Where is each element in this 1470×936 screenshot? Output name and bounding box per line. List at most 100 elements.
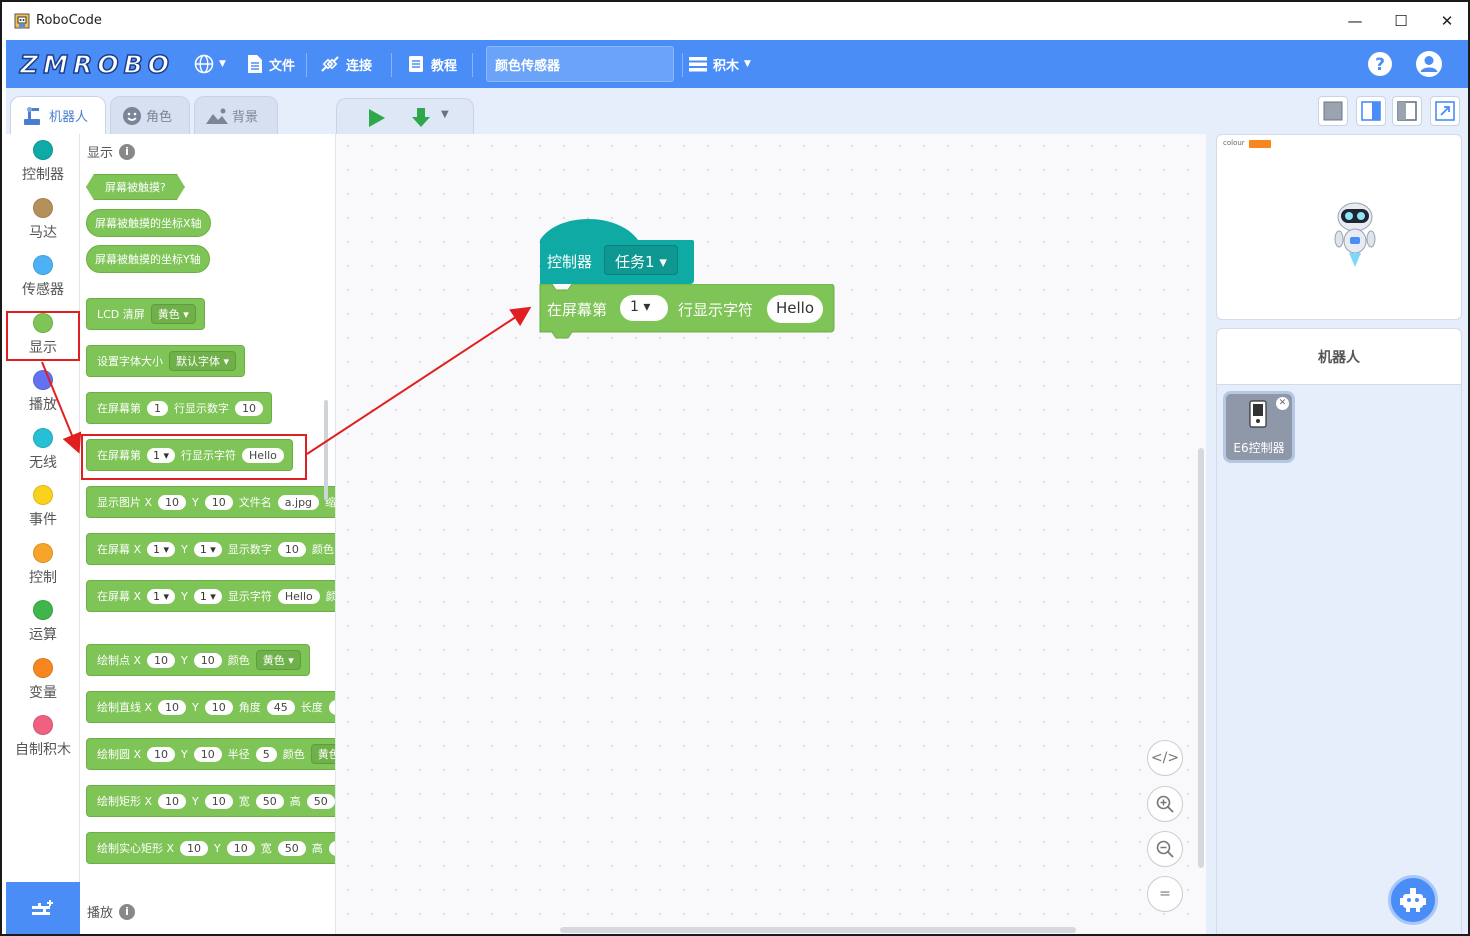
x-input[interactable]: 10	[158, 699, 187, 715]
info-icon[interactable]: i	[119, 143, 136, 160]
workspace-vertical-scrollbar[interactable]	[1198, 448, 1204, 868]
x-dropdown[interactable]: 1 ▾	[147, 588, 176, 604]
block-screen-touched[interactable]: 屏幕被触摸?	[86, 174, 185, 200]
category-events[interactable]: 事件	[6, 485, 80, 541]
zmrobo-logo[interactable]: ZMROBO	[18, 50, 174, 78]
layout-split-left-button[interactable]	[1392, 96, 1422, 126]
color-dropdown[interactable]: 黄色 ▾	[255, 650, 301, 670]
number-input[interactable]: 10	[235, 400, 263, 416]
x-input[interactable]: 10	[180, 840, 209, 856]
y-input[interactable]: 10	[204, 494, 233, 510]
number-input[interactable]: 10	[277, 541, 306, 557]
maximize-button[interactable]: ☐	[1378, 4, 1424, 38]
layout-split-button[interactable]	[1356, 96, 1386, 126]
block-draw-point[interactable]: 绘制点 X 10 Y 10 颜色 黄色 ▾	[86, 644, 310, 676]
category-motor[interactable]: 马达	[6, 198, 80, 254]
close-icon[interactable]: ✕	[1276, 397, 1289, 410]
category-variables[interactable]: 变量	[6, 658, 80, 714]
category-wireless[interactable]: 无线	[6, 428, 80, 484]
layout-full-icon	[1323, 101, 1343, 121]
user-avatar-icon[interactable]	[1414, 49, 1444, 79]
x-dropdown[interactable]: 1 ▾	[147, 541, 176, 557]
zoom-out-button[interactable]	[1147, 831, 1183, 867]
block-draw-rect[interactable]: 绘制矩形 X 10 Y 10 宽 50 高 50	[86, 785, 335, 817]
script-stack[interactable]: 控制器 任务1 ▾ 在屏幕第 1 ▾ 行显示字符 Hello	[538, 218, 838, 348]
add-extension-button[interactable]	[6, 882, 80, 934]
tab-robot[interactable]: 机器人	[10, 96, 106, 134]
height-input[interactable]: 50	[306, 793, 335, 809]
connect-menu[interactable]: 连接	[319, 40, 372, 88]
y-input[interactable]: 10	[204, 793, 233, 809]
help-question-icon[interactable]: ?	[1366, 50, 1394, 78]
tutorial-menu[interactable]: 教程	[406, 40, 457, 88]
language-menu[interactable]: ▼	[194, 40, 226, 88]
height-input[interactable]: 5	[328, 840, 335, 856]
color-dropdown[interactable]: 黄色	[310, 744, 335, 764]
run-play-icon[interactable]	[365, 107, 387, 129]
block-show-image[interactable]: 显示图片 X 10 Y 10 文件名 a.jpg 缩放	[86, 486, 335, 518]
project-name-input[interactable]	[486, 46, 674, 82]
string-input[interactable]: Hello	[277, 588, 320, 604]
sensor-label: colour	[1223, 139, 1245, 147]
category-my-blocks[interactable]: 自制积木	[6, 715, 80, 771]
block-touch-x[interactable]: 屏幕被触摸的坐标X轴	[86, 209, 211, 237]
y-input[interactable]: 10	[226, 840, 255, 856]
block-draw-filled-rect[interactable]: 绘制实心矩形 X 10 Y 10 宽 50 高 5	[86, 832, 335, 864]
x-input[interactable]: 10	[158, 793, 187, 809]
block-lcd-clear[interactable]: LCD 清屏 黄色 ▾	[86, 298, 205, 330]
category-sensor[interactable]: 传感器	[6, 255, 80, 311]
tab-role[interactable]: 角色	[110, 96, 190, 134]
y-dropdown[interactable]: 1 ▾	[193, 541, 222, 557]
robot-add-icon	[1400, 888, 1426, 912]
download-arrow-icon[interactable]	[409, 106, 433, 130]
zoom-in-button[interactable]	[1147, 786, 1183, 822]
y-input[interactable]: 10	[193, 746, 222, 762]
block-xy-show-string[interactable]: 在屏幕 X 1 ▾ Y 1 ▾ 显示字符 Hello 颜	[86, 580, 335, 612]
block-show-number-row[interactable]: 在屏幕第 1 行显示数字 10	[86, 392, 272, 424]
category-controller[interactable]: 控制器	[6, 140, 80, 196]
file-menu[interactable]: 文件	[246, 40, 295, 88]
filename-input[interactable]: a.jpg	[277, 494, 320, 510]
color-dropdown[interactable]: 黄色 ▾	[150, 304, 196, 324]
block-xy-show-number[interactable]: 在屏幕 X 1 ▾ Y 1 ▾ 显示数字 10 颜色	[86, 533, 335, 565]
stage-preview[interactable]: colour	[1216, 134, 1462, 320]
close-button[interactable]: ✕	[1424, 4, 1468, 38]
font-dropdown[interactable]: 默认字体 ▾	[169, 351, 237, 371]
download-options-chevron-icon[interactable]: ▼	[441, 109, 449, 120]
width-input[interactable]: 50	[277, 840, 306, 856]
row-input[interactable]: 1	[147, 400, 168, 416]
category-dot-icon	[33, 658, 53, 678]
palette-scrollbar[interactable]	[324, 400, 328, 500]
row-dropdown[interactable]: 1 ▾	[620, 295, 668, 321]
radius-input[interactable]: 5	[255, 746, 277, 762]
x-input[interactable]: 10	[147, 652, 176, 668]
y-input[interactable]: 10	[204, 699, 233, 715]
workspace-horizontal-scrollbar[interactable]	[560, 927, 1076, 933]
device-card-e6[interactable]: ✕ E6控制器	[1223, 391, 1295, 463]
tab-background[interactable]: 背景	[194, 96, 278, 134]
blocks-menu[interactable]: 积木 ▼	[688, 40, 751, 88]
x-input[interactable]: 10	[147, 746, 176, 762]
y-dropdown[interactable]: 1 ▾	[193, 588, 222, 604]
y-input[interactable]: 10	[193, 652, 222, 668]
block-touch-y[interactable]: 屏幕被触摸的坐标Y轴	[86, 245, 210, 273]
task-dropdown[interactable]: 任务1 ▾	[604, 245, 678, 275]
code-view-button[interactable]: </>	[1147, 740, 1183, 776]
length-input[interactable]: 1	[328, 699, 335, 715]
info-icon[interactable]: i	[119, 903, 136, 920]
block-draw-line[interactable]: 绘制直线 X 10 Y 10 角度 45 长度 1	[86, 691, 335, 723]
category-operators[interactable]: 运算	[6, 600, 80, 656]
width-input[interactable]: 50	[255, 793, 284, 809]
layout-small-stage-button[interactable]	[1318, 96, 1348, 126]
category-play[interactable]: 播放	[6, 370, 80, 426]
angle-input[interactable]: 45	[266, 699, 295, 715]
minimize-button[interactable]: —	[1332, 4, 1378, 38]
add-robot-button[interactable]	[1388, 875, 1438, 925]
string-input[interactable]: Hello	[767, 295, 823, 323]
zoom-reset-button[interactable]: =	[1147, 876, 1183, 912]
category-control[interactable]: 控制	[6, 543, 80, 599]
fullscreen-button[interactable]	[1430, 96, 1460, 126]
block-set-font-size[interactable]: 设置字体大小 默认字体 ▾	[86, 345, 246, 377]
x-input[interactable]: 10	[158, 494, 187, 510]
block-draw-circle[interactable]: 绘制圆 X 10 Y 10 半径 5 颜色 黄色	[86, 738, 335, 770]
